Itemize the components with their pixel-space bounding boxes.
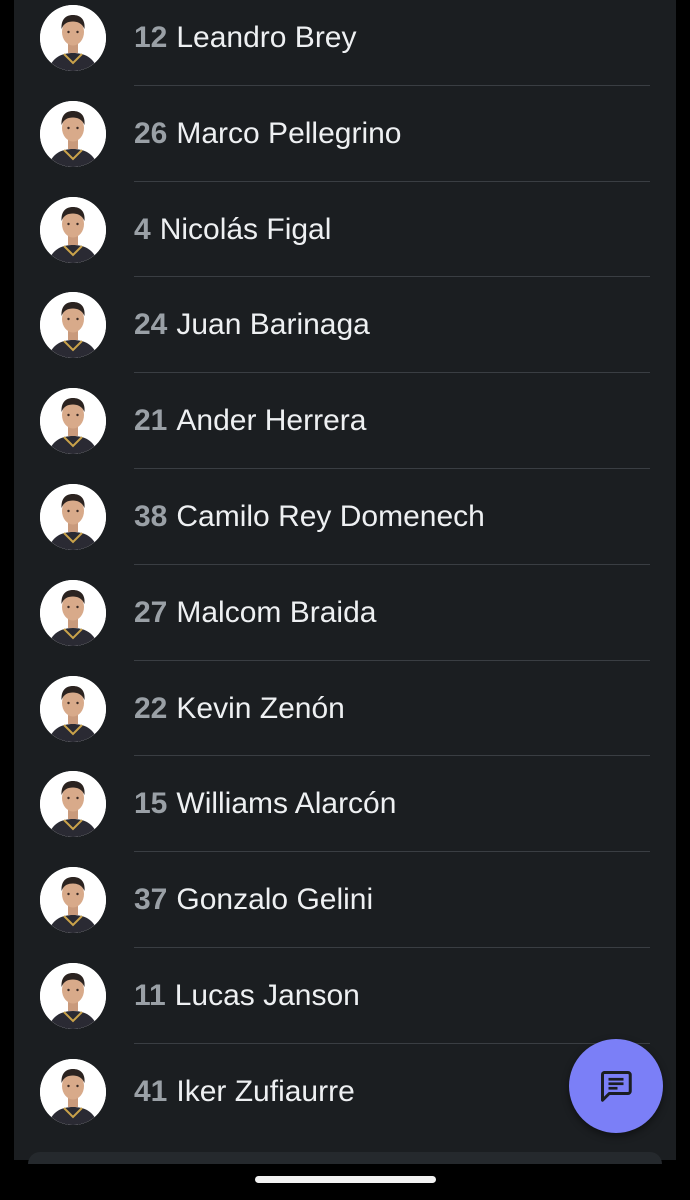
player-row[interactable]: 22 Kevin Zenón	[14, 661, 676, 757]
player-label: 12 Leandro Brey	[134, 20, 357, 56]
chat-icon	[601, 1071, 632, 1102]
player-photo-icon	[40, 675, 106, 742]
player-label: 24 Juan Barinaga	[134, 307, 370, 343]
player-row[interactable]: 12 Leandro Brey	[14, 0, 676, 86]
player-avatar	[40, 5, 106, 71]
player-avatar	[40, 483, 106, 550]
player-name: Gonzalo Gelini	[176, 883, 374, 917]
next-card-edge	[28, 1152, 662, 1164]
player-avatar	[40, 100, 106, 167]
player-name: Marco Pellegrino	[176, 116, 402, 150]
player-number: 24	[134, 308, 168, 342]
player-name: Williams Alarcón	[176, 787, 397, 821]
player-row[interactable]: 24 Juan Barinaga	[14, 278, 676, 374]
player-avatar	[40, 388, 106, 455]
player-photo-icon	[40, 483, 106, 550]
player-avatar	[40, 292, 106, 359]
player-row[interactable]: 26 Marco Pellegrino	[14, 86, 676, 182]
player-label: 37 Gonzalo Gelini	[134, 882, 373, 918]
player-number: 38	[134, 499, 168, 533]
screen: 12 Leandro Brey 26 Marco Pellegrino 4 Nicolás…	[0, 0, 690, 1200]
player-label: 22 Kevin Zenón	[134, 691, 345, 727]
player-label: 4 Nicolás Figal	[134, 212, 331, 248]
player-number: 26	[134, 116, 168, 150]
player-row[interactable]: 4 Nicolás Figal	[14, 182, 676, 278]
player-label: 26 Marco Pellegrino	[134, 116, 401, 152]
player-number: 15	[134, 787, 168, 821]
player-label: 27 Malcom Braida	[134, 595, 376, 631]
player-avatar	[40, 675, 106, 742]
player-name: Camilo Rey Domenech	[176, 499, 485, 533]
player-name: Leandro Brey	[176, 21, 357, 54]
player-number: 11	[134, 978, 166, 1012]
player-name: Malcom Braida	[176, 595, 377, 629]
player-number: 12	[134, 21, 168, 54]
player-photo-icon	[40, 100, 106, 167]
player-avatar	[40, 1058, 106, 1125]
player-avatar	[40, 771, 106, 838]
player-row[interactable]: 11 Lucas Janson	[14, 948, 676, 1044]
lineup-card: 12 Leandro Brey 26 Marco Pellegrino 4 Nicolás…	[14, 0, 676, 1160]
player-label: 15 Williams Alarcón	[134, 786, 396, 822]
player-photo-icon	[40, 196, 106, 263]
player-label: 11 Lucas Janson	[134, 978, 360, 1014]
player-row[interactable]: 27 Malcom Braida	[14, 565, 676, 661]
player-photo-icon	[40, 867, 106, 934]
player-number: 4	[134, 212, 151, 246]
player-name: Nicolás Figal	[159, 212, 332, 246]
player-label: 41 Iker Zufiaurre	[134, 1074, 355, 1110]
player-photo-icon	[40, 5, 106, 71]
player-row[interactable]: 15 Williams Alarcón	[14, 757, 676, 853]
player-photo-icon	[40, 388, 106, 455]
player-name: Juan Barinaga	[176, 308, 370, 342]
player-label: 21 Ander Herrera	[134, 403, 366, 439]
player-avatar	[40, 196, 106, 263]
player-name: Iker Zufiaurre	[176, 1074, 355, 1108]
player-row[interactable]: 21 Ander Herrera	[14, 373, 676, 470]
player-photo-icon	[40, 771, 106, 838]
player-avatar	[40, 962, 106, 1029]
player-photo-icon	[40, 1058, 106, 1125]
player-name: Kevin Zenón	[176, 691, 345, 725]
player-row[interactable]: 37 Gonzalo Gelini	[14, 852, 676, 949]
player-number: 37	[134, 883, 168, 917]
player-number: 21	[134, 404, 168, 438]
chat-button[interactable]	[569, 1039, 663, 1133]
player-photo-icon	[40, 579, 106, 646]
player-row[interactable]: 38 Camilo Rey Domenech	[14, 469, 676, 565]
player-name: Lucas Janson	[174, 978, 360, 1012]
player-photo-icon	[40, 962, 106, 1029]
player-photo-icon	[40, 292, 106, 359]
player-avatar	[40, 867, 106, 934]
player-label: 38 Camilo Rey Domenech	[134, 499, 485, 535]
player-number: 41	[134, 1074, 168, 1108]
player-avatar	[40, 579, 106, 646]
player-number: 27	[134, 595, 168, 629]
player-number: 22	[134, 691, 168, 725]
player-name: Ander Herrera	[176, 404, 367, 438]
home-indicator[interactable]	[255, 1176, 436, 1183]
